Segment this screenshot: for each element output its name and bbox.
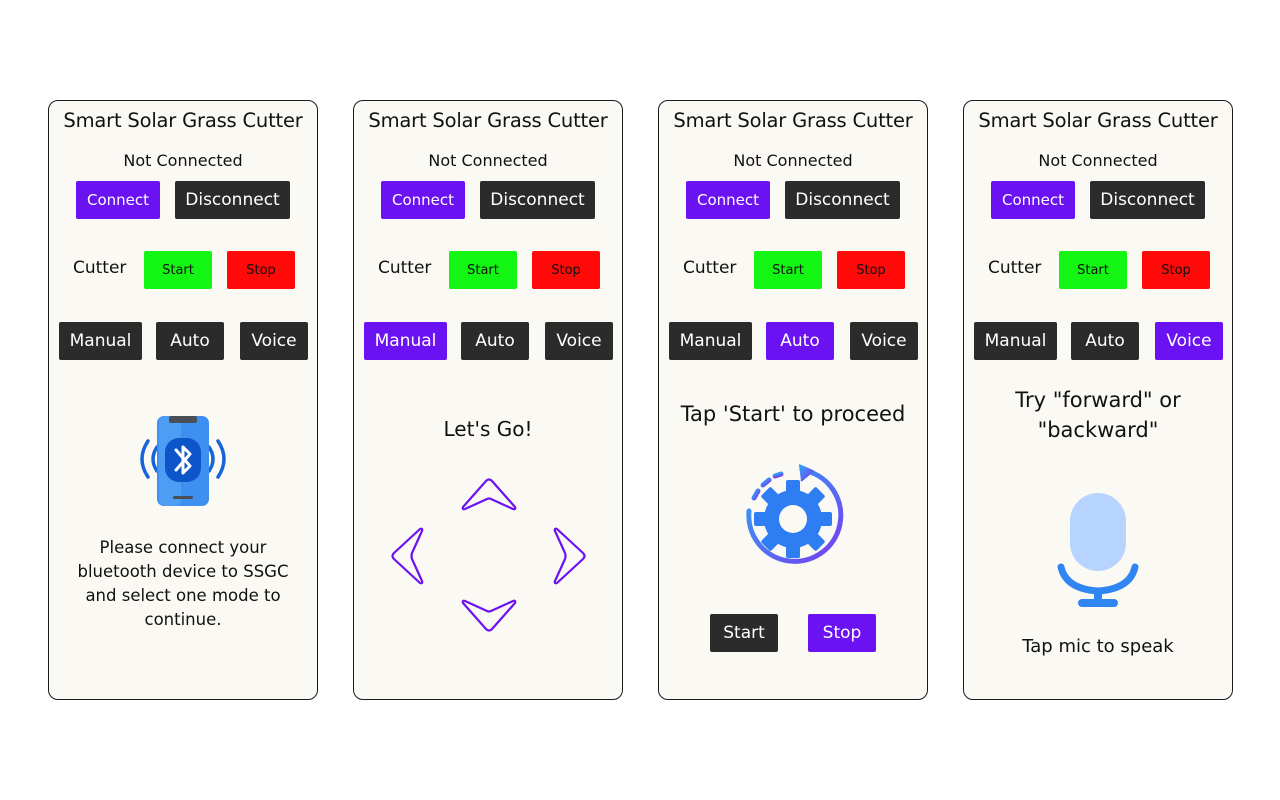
mode-auto-button[interactable]: Auto bbox=[1071, 322, 1139, 360]
mode-manual-button[interactable]: Manual bbox=[669, 322, 752, 360]
voice-heading: Try "forward" or "backward" bbox=[1015, 388, 1181, 442]
arrow-left-icon[interactable] bbox=[390, 526, 426, 586]
cutter-stop-button[interactable]: Stop bbox=[532, 251, 600, 289]
connection-status: Not Connected bbox=[123, 151, 243, 170]
connection-status: Not Connected bbox=[733, 151, 853, 170]
connect-instructions: Please connect your bluetooth device to … bbox=[77, 538, 289, 629]
mode-voice-button[interactable]: Voice bbox=[240, 322, 308, 360]
screen-home: Smart Solar Grass Cutter Not Connected C… bbox=[48, 100, 318, 700]
arrow-right-icon[interactable] bbox=[551, 526, 587, 586]
cutter-label: Cutter bbox=[988, 258, 1042, 278]
mode-auto-button[interactable]: Auto bbox=[461, 322, 529, 360]
disconnect-button[interactable]: Disconnect bbox=[175, 181, 290, 219]
mode-voice-button[interactable]: Voice bbox=[850, 322, 918, 360]
mic-hint: Tap mic to speak bbox=[1022, 636, 1174, 657]
cutter-label: Cutter bbox=[73, 258, 127, 278]
arrow-down-icon[interactable] bbox=[460, 597, 518, 633]
screen-auto: Smart Solar Grass Cutter Not Connected C… bbox=[658, 100, 928, 700]
manual-heading: Let's Go! bbox=[443, 417, 533, 441]
connection-status: Not Connected bbox=[428, 151, 548, 170]
auto-start-button[interactable]: Start bbox=[710, 614, 778, 652]
mode-voice-button[interactable]: Voice bbox=[545, 322, 613, 360]
mode-auto-button[interactable]: Auto bbox=[766, 322, 834, 360]
app-title: Smart Solar Grass Cutter bbox=[978, 109, 1218, 132]
cutter-stop-button[interactable]: Stop bbox=[1142, 251, 1210, 289]
gear-icon bbox=[746, 464, 844, 564]
disconnect-button[interactable]: Disconnect bbox=[480, 181, 595, 219]
cutter-start-button[interactable]: Start bbox=[449, 251, 517, 289]
screen-manual: Smart Solar Grass Cutter Not Connected C… bbox=[353, 100, 623, 700]
mic-icon[interactable] bbox=[1056, 493, 1140, 609]
mode-manual-button[interactable]: Manual bbox=[974, 322, 1057, 360]
app-title: Smart Solar Grass Cutter bbox=[673, 109, 913, 132]
bluetooth-phone-icon bbox=[140, 416, 226, 506]
disconnect-button[interactable]: Disconnect bbox=[785, 181, 900, 219]
connect-button[interactable]: Connect bbox=[381, 181, 465, 219]
arrow-up-icon[interactable] bbox=[460, 477, 518, 513]
cutter-stop-button[interactable]: Stop bbox=[227, 251, 295, 289]
auto-stop-button[interactable]: Stop bbox=[808, 614, 876, 652]
mode-auto-button[interactable]: Auto bbox=[156, 322, 224, 360]
mode-manual-button[interactable]: Manual bbox=[364, 322, 447, 360]
screen-voice: Smart Solar Grass Cutter Not Connected C… bbox=[963, 100, 1233, 700]
cutter-start-button[interactable]: Start bbox=[1059, 251, 1127, 289]
cutter-stop-button[interactable]: Stop bbox=[837, 251, 905, 289]
cutter-start-button[interactable]: Start bbox=[754, 251, 822, 289]
mode-manual-button[interactable]: Manual bbox=[59, 322, 142, 360]
connect-button[interactable]: Connect bbox=[991, 181, 1075, 219]
mode-voice-button[interactable]: Voice bbox=[1155, 322, 1223, 360]
app-title: Smart Solar Grass Cutter bbox=[63, 109, 303, 132]
cutter-start-button[interactable]: Start bbox=[144, 251, 212, 289]
connect-button[interactable]: Connect bbox=[686, 181, 770, 219]
cutter-label: Cutter bbox=[683, 258, 737, 278]
app-title: Smart Solar Grass Cutter bbox=[368, 109, 608, 132]
cutter-label: Cutter bbox=[378, 258, 432, 278]
connect-button[interactable]: Connect bbox=[76, 181, 160, 219]
auto-heading: Tap 'Start' to proceed bbox=[680, 402, 906, 426]
disconnect-button[interactable]: Disconnect bbox=[1090, 181, 1205, 219]
connection-status: Not Connected bbox=[1038, 151, 1158, 170]
